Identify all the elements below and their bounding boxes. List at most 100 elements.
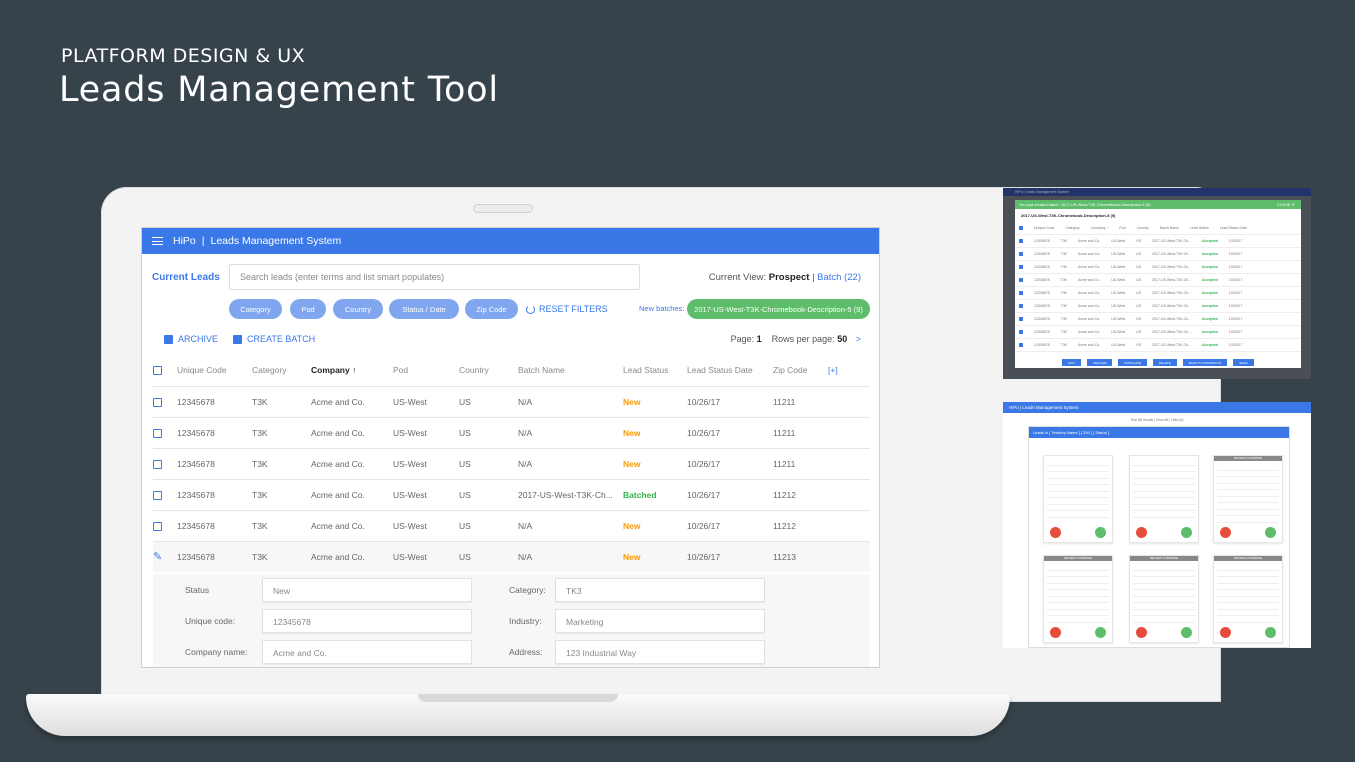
batch-link[interactable]: Batch (22) — [817, 272, 861, 283]
address-field[interactable]: 123 Industrial Way — [555, 640, 765, 664]
card-actions — [1220, 527, 1276, 538]
reset-filters-label: RESET FILTERS — [539, 304, 608, 314]
app-brand: HiPo — [173, 235, 196, 247]
thumb1-cell: Accepted — [1202, 304, 1218, 308]
thumb1-cell: Acme and Co. — [1078, 291, 1101, 295]
table-row[interactable]: 12345678 T3K Acme and Co. US-West US N/A New 10… — [153, 417, 870, 449]
thumb1-cell: Accepted — [1202, 291, 1218, 295]
column-header-country[interactable]: Country — [459, 355, 518, 387]
thumb1-action-button: EXIT — [1062, 359, 1082, 366]
menu-icon[interactable] — [152, 237, 163, 245]
column-header-category[interactable]: Category — [252, 355, 311, 387]
row-checkbox[interactable] — [153, 397, 162, 407]
thumb1-cell: 2017-US-West-T3K-Ch... — [1152, 291, 1192, 295]
thumb1-row-checkbox — [1019, 239, 1023, 243]
table-row[interactable]: 12345678 T3K Acme and Co. US-West US N/A New 10… — [153, 448, 870, 480]
filter-chip-pod[interactable]: Pod — [290, 299, 326, 319]
filter-chip-status-date[interactable]: Status / Date — [389, 299, 459, 319]
column-header-lead-status-date[interactable]: Lead Status Date — [687, 355, 773, 387]
thumb1-cell: 10/26/17 — [1228, 304, 1243, 308]
thumb1-close-button[interactable]: CLOSE ✕ — [1277, 202, 1295, 207]
cell-lead-status: New — [623, 386, 687, 418]
thumb1-cell: US — [1136, 265, 1141, 269]
thumb1-row-checkbox — [1019, 265, 1023, 269]
cell-extra — [828, 479, 870, 511]
thumb2-app-bar: HiPo | Leads Management System — [1003, 402, 1311, 413]
industry-field[interactable]: Marketing — [555, 609, 765, 633]
table-row[interactable]: 12345678 T3K Acme and Co. US-West US 2017-US-… — [153, 479, 870, 511]
filter-chip-country[interactable]: Country — [333, 299, 383, 319]
thumb1-cell: US — [1136, 343, 1141, 347]
next-page-button[interactable]: > — [856, 334, 861, 344]
thumb1-row-checkbox — [1019, 317, 1023, 321]
review-card — [1129, 455, 1199, 543]
accept-button — [1181, 627, 1192, 638]
card-actions — [1050, 527, 1106, 538]
row-checkbox[interactable] — [153, 490, 162, 500]
thumb2-subbar: Roll 88 results | View All | Hold (6) — [1131, 418, 1184, 422]
thumb1-cell: T3K — [1060, 239, 1067, 243]
filter-chip-zip-code[interactable]: Zip Code — [465, 299, 518, 319]
archive-button[interactable]: ARCHIVE — [164, 334, 218, 344]
reset-filters-button[interactable]: RESET FILTERS — [526, 304, 608, 314]
thumb1-banner-text: You just created batch: 2017-US-West-T3K… — [1019, 202, 1151, 207]
cell-pod: US-West — [393, 541, 459, 572]
card-actions — [1220, 627, 1276, 638]
column-header-batch-name[interactable]: Batch Name — [518, 355, 623, 387]
thumb1-cell: T3K — [1060, 291, 1067, 295]
column-header-lead-status[interactable]: Lead Status — [623, 355, 687, 387]
thumbnail-batch-view: HiPo | Leads Management System You just … — [1003, 188, 1311, 379]
thumb1-panel: You just created batch: 2017-US-West-T3K… — [1015, 200, 1301, 368]
select-all-checkbox[interactable] — [153, 366, 162, 376]
card-override-label: REVIEW OVERRIDE — [1044, 556, 1112, 561]
current-view-value[interactable]: Prospect — [769, 272, 810, 283]
card-actions — [1050, 627, 1106, 638]
table-row[interactable]: 12345678 T3K Acme and Co. US-West US N/A New 10… — [153, 510, 870, 542]
cell-lead-status-date: 10/26/17 — [687, 510, 773, 542]
thumb1-banner: You just created batch: 2017-US-West-T3K… — [1015, 200, 1301, 209]
row-checkbox[interactable] — [153, 521, 162, 531]
new-batch-chip[interactable]: 2017-US-West-T3K-Chromebook-Description-… — [687, 299, 870, 319]
column-header-unique-code[interactable]: Unique Code — [177, 355, 252, 387]
thumb1-cell: 2017-US-West-T3K-Ch... — [1152, 330, 1192, 334]
thumb1-row: 12345678 T3K Acme and Co. US-West US 2017-US-… — [1015, 326, 1301, 339]
company-name-label: Company name: — [185, 647, 248, 657]
status-field[interactable]: New — [262, 578, 472, 602]
thumb1-cell: US-West — [1111, 343, 1126, 347]
card-field-line — [1133, 616, 1195, 623]
row-checkbox[interactable] — [153, 428, 162, 438]
thumb1-row: 12345678 T3K Acme and Co. US-West US 2017-US-… — [1015, 313, 1301, 326]
pencil-icon[interactable]: ✎ — [153, 551, 162, 563]
thumb1-cell: T3K — [1060, 330, 1067, 334]
table-row[interactable]: ✎ 12345678 T3K Acme and Co. US-West US N/A New 1… — [153, 541, 870, 572]
cell-category: T3K — [252, 386, 311, 418]
thumb1-cell: 12345678 — [1034, 330, 1050, 334]
unique-code-field[interactable]: 12345678 — [262, 609, 472, 633]
thumb1-cell: 2017-US-West-T3K-Ch... — [1152, 343, 1192, 347]
create-batch-button[interactable]: CREATE BATCH — [233, 334, 315, 344]
thumb1-header-cell: Pod — [1119, 226, 1126, 230]
category-field[interactable]: TK3 — [555, 578, 765, 602]
add-column-button[interactable]: [+] — [828, 355, 870, 387]
thumb1-cell: 10/26/17 — [1228, 330, 1243, 334]
column-header-zip-code[interactable]: Zip Code — [773, 355, 828, 387]
rows-per-page-value[interactable]: 50 — [837, 334, 847, 344]
cell-company: Acme and Co. — [311, 386, 393, 418]
thumb1-cell: US-West — [1111, 330, 1126, 334]
column-header-company[interactable]: Company ↑ — [311, 355, 393, 387]
cell-category: T3K — [252, 541, 311, 572]
table-row[interactable]: 12345678 T3K Acme and Co. US-West US N/A New 10… — [153, 386, 870, 418]
reject-button — [1220, 627, 1231, 638]
cell-batch-name: N/A — [518, 541, 623, 572]
column-header-pod[interactable]: Pod — [393, 355, 459, 387]
archive-label: ARCHIVE — [178, 334, 219, 344]
card-field-line — [1047, 511, 1109, 518]
company-name-field[interactable]: Acme and Co. — [262, 640, 472, 664]
cell-extra — [828, 417, 870, 449]
filter-chip-category[interactable]: Category — [229, 299, 282, 319]
card-actions — [1136, 527, 1192, 538]
row-checkbox[interactable] — [153, 459, 162, 469]
search-input[interactable] — [229, 264, 640, 290]
thumb1-action-button: BACK TO PROSPECTS — [1182, 359, 1228, 366]
cell-batch-name: N/A — [518, 448, 623, 480]
